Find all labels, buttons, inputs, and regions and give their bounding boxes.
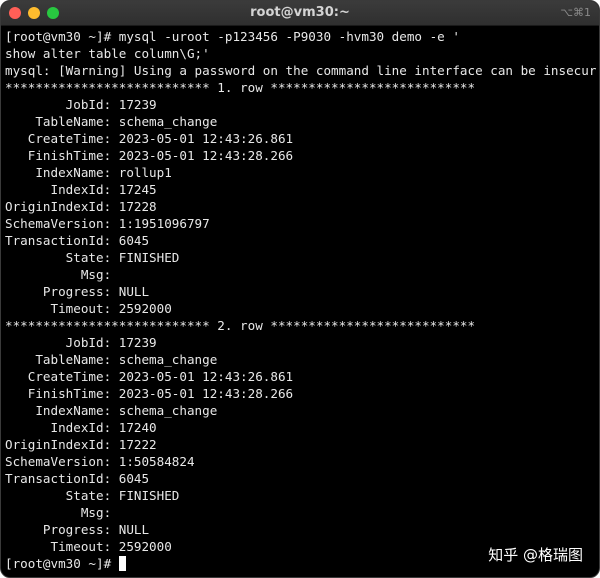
terminal-line: FinishTime: 2023-05-01 12:43:28.266 <box>5 385 597 402</box>
title-bar[interactable]: root@vm30:~ ⌥⌘1 <box>1 1 599 26</box>
text-cursor <box>119 556 126 571</box>
terminal-line: OriginIndexId: 17228 <box>5 198 597 215</box>
terminal-line: [root@vm30 ~]# mysql -uroot -p123456 -P9… <box>5 28 597 45</box>
terminal-line: Msg: <box>5 266 597 283</box>
terminal-line: SchemaVersion: 1:1951096797 <box>5 215 597 232</box>
terminal-line: TransactionId: 6045 <box>5 232 597 249</box>
terminal-line: JobId: 17239 <box>5 334 597 351</box>
terminal-line: OriginIndexId: 17222 <box>5 436 597 453</box>
terminal-line: State: FINISHED <box>5 487 597 504</box>
terminal-window: root@vm30:~ ⌥⌘1 [root@vm30 ~]# mysql -ur… <box>0 0 600 578</box>
terminal-line: mysql: [Warning] Using a password on the… <box>5 62 597 79</box>
terminal-line: State: FINISHED <box>5 249 597 266</box>
window-shortcut: ⌥⌘1 <box>560 6 591 19</box>
prompt-text: [root@vm30 ~]# <box>5 556 119 571</box>
watermark: 知乎 @格瑞图 <box>488 544 583 565</box>
terminal-line: IndexId: 17245 <box>5 181 597 198</box>
window-title: root@vm30:~ <box>1 5 599 20</box>
terminal-line: IndexName: rollup1 <box>5 164 597 181</box>
terminal-line: Timeout: 2592000 <box>5 300 597 317</box>
terminal-line: *************************** 1. row *****… <box>5 79 597 96</box>
terminal-line: IndexId: 17240 <box>5 419 597 436</box>
terminal-line: Msg: <box>5 504 597 521</box>
terminal-line: TableName: schema_change <box>5 113 597 130</box>
terminal-line: SchemaVersion: 1:50584824 <box>5 453 597 470</box>
terminal-line: JobId: 17239 <box>5 96 597 113</box>
terminal-line: TableName: schema_change <box>5 351 597 368</box>
terminal-line: Progress: NULL <box>5 521 597 538</box>
terminal-line: CreateTime: 2023-05-01 12:43:26.861 <box>5 130 597 147</box>
terminal-output[interactable]: [root@vm30 ~]# mysql -uroot -p123456 -P9… <box>5 28 597 577</box>
terminal-line: Progress: NULL <box>5 283 597 300</box>
terminal-line: IndexName: schema_change <box>5 402 597 419</box>
terminal-line: show alter table column\G;' <box>5 45 597 62</box>
terminal-line: *************************** 2. row *****… <box>5 317 597 334</box>
terminal-line: FinishTime: 2023-05-01 12:43:28.266 <box>5 147 597 164</box>
terminal-line: TransactionId: 6045 <box>5 470 597 487</box>
terminal-line: CreateTime: 2023-05-01 12:43:26.861 <box>5 368 597 385</box>
